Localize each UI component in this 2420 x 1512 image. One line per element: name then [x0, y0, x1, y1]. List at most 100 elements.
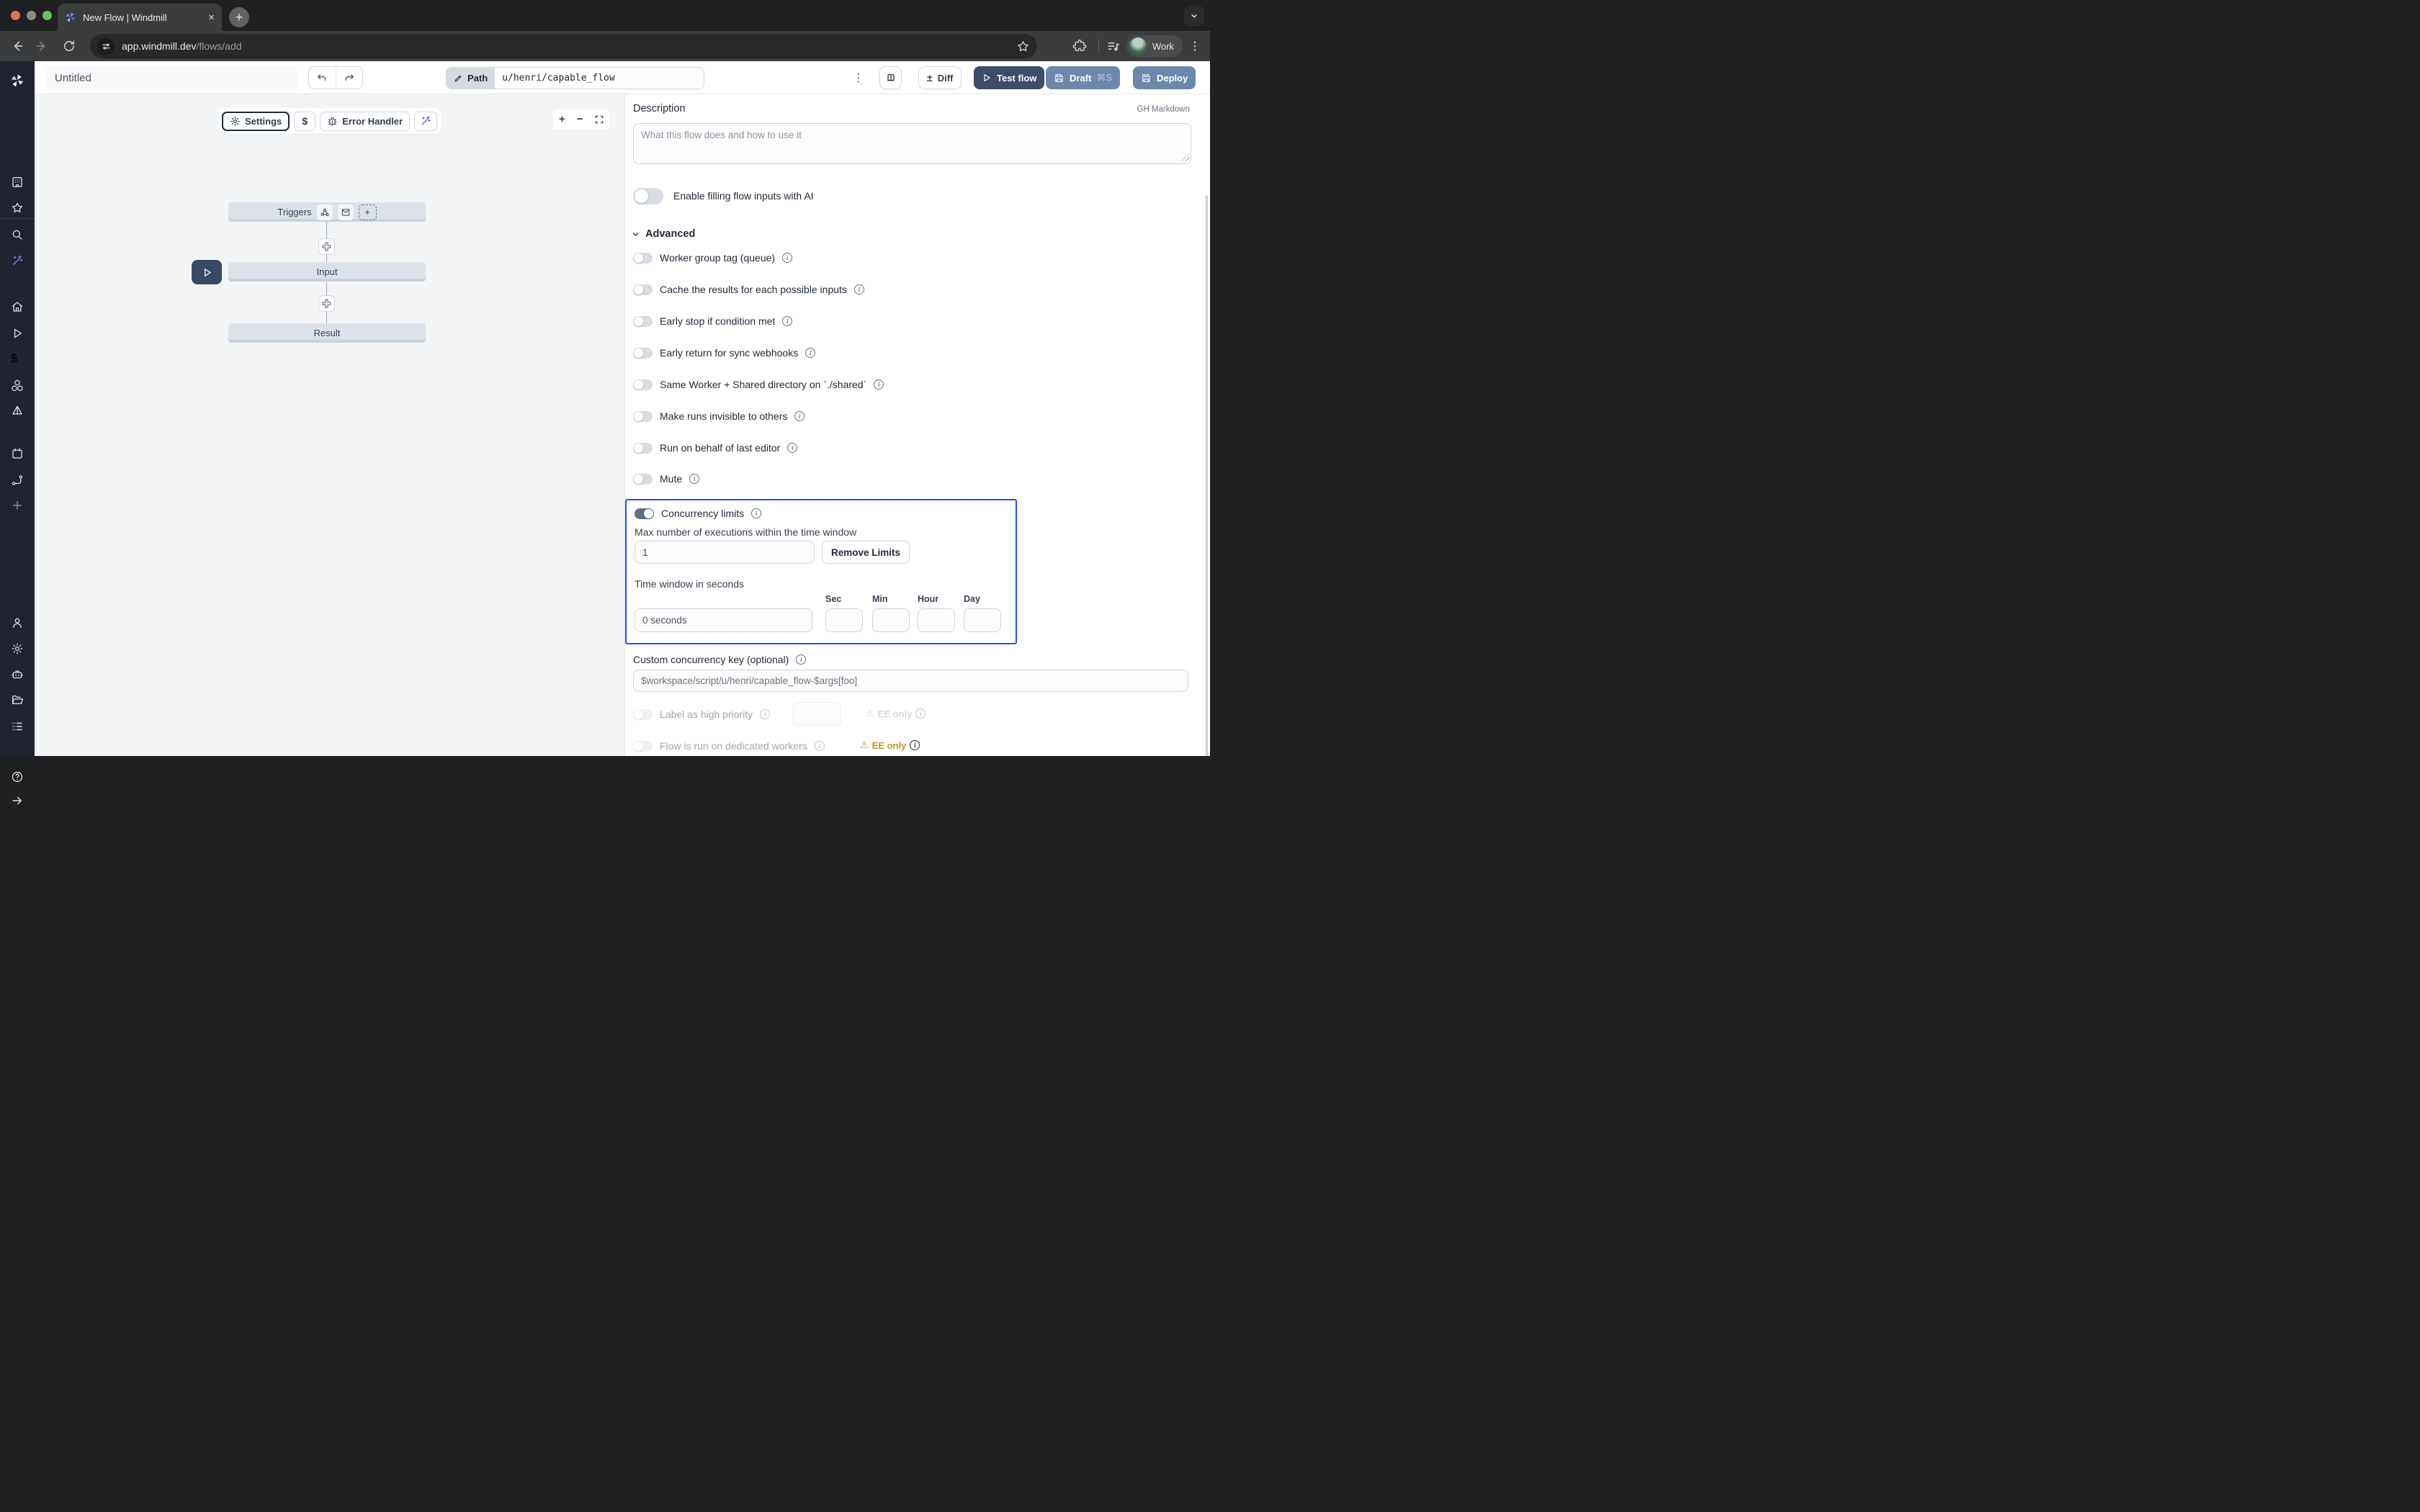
sidebar-item-folders[interactable] — [11, 693, 24, 706]
fit-view-icon[interactable] — [594, 114, 604, 125]
high-priority-input[interactable] — [793, 702, 841, 726]
path-label[interactable]: Path — [447, 68, 495, 89]
dedicated-workers-toggle[interactable] — [633, 741, 653, 752]
sidebar-item-home[interactable] — [11, 300, 24, 313]
email-trigger-icon[interactable] — [338, 204, 354, 220]
early-return-toggle[interactable] — [633, 348, 653, 359]
sidebar-item-workers[interactable] — [11, 668, 24, 681]
sidebar-item-ai-icon[interactable] — [11, 254, 24, 267]
windmill-logo[interactable] — [10, 73, 24, 88]
zoom-out-icon[interactable]: − — [577, 114, 583, 125]
insert-step-button[interactable] — [318, 238, 335, 255]
sidebar-item-search[interactable] — [11, 228, 24, 241]
cache-results-toggle[interactable] — [633, 284, 653, 295]
sidebar-item-favorites[interactable] — [11, 202, 24, 215]
extensions-icon[interactable] — [1072, 39, 1087, 53]
time-window-input[interactable] — [635, 608, 812, 632]
run-on-behalf-toggle[interactable] — [633, 443, 653, 454]
tab-close-icon[interactable]: × — [208, 12, 215, 23]
sidebar-item-help[interactable] — [11, 770, 24, 783]
advanced-section-header[interactable]: Advanced — [631, 228, 695, 240]
window-controls[interactable] — [11, 11, 52, 20]
window-chevron-icon[interactable] — [1184, 6, 1204, 26]
same-worker-toggle[interactable] — [633, 379, 653, 390]
min-input[interactable] — [872, 608, 910, 632]
workspace-variables-button[interactable]: $ — [294, 112, 315, 131]
sidebar-item-schedules[interactable] — [11, 447, 24, 460]
docs-button[interactable] — [879, 66, 902, 89]
info-icon[interactable]: i — [915, 708, 926, 719]
panel-scrollbar[interactable] — [1206, 195, 1208, 756]
profile-chip[interactable]: Work — [1126, 35, 1183, 57]
save-draft-button[interactable]: Draft ⌘S — [1046, 66, 1120, 89]
url-bar[interactable]: app.windmill.dev/flows/add — [90, 34, 1037, 58]
info-icon[interactable]: i — [815, 741, 825, 751]
info-icon[interactable]: i — [854, 284, 864, 294]
sidebar-item-settings[interactable] — [11, 642, 24, 655]
flow-canvas[interactable]: Settings $ Error Handler — [35, 94, 625, 756]
info-icon[interactable]: i — [751, 508, 761, 518]
description-textarea[interactable] — [633, 123, 1191, 164]
sidebar-item-resources[interactable] — [11, 379, 24, 392]
invisible-runs-toggle[interactable] — [633, 411, 653, 422]
close-window-button[interactable] — [11, 11, 20, 20]
sidebar-item-add[interactable] — [11, 499, 24, 512]
info-icon[interactable]: i — [805, 348, 815, 358]
high-priority-toggle[interactable] — [633, 709, 653, 720]
maximize-window-button[interactable] — [42, 11, 52, 20]
site-settings-icon[interactable] — [97, 37, 115, 55]
sidebar-item-triggers[interactable] — [11, 404, 24, 417]
flow-settings-button[interactable]: Settings — [222, 112, 290, 131]
insert-step-button[interactable] — [318, 295, 335, 312]
flow-name-input[interactable] — [46, 66, 297, 89]
day-input[interactable] — [964, 608, 1001, 632]
ai-assistant-button[interactable] — [414, 112, 437, 131]
early-stop-toggle[interactable] — [633, 316, 653, 327]
zoom-in-icon[interactable]: + — [559, 114, 565, 125]
ai-inputs-toggle[interactable] — [633, 188, 663, 204]
error-handler-button[interactable]: Error Handler — [320, 112, 410, 131]
info-icon[interactable]: i — [782, 316, 792, 326]
info-icon[interactable]: i — [874, 379, 884, 390]
info-icon[interactable]: i — [689, 474, 699, 484]
info-icon[interactable]: i — [782, 253, 792, 263]
back-icon[interactable] — [10, 39, 24, 53]
sec-input[interactable] — [825, 608, 863, 632]
mute-toggle[interactable] — [633, 474, 653, 485]
browser-tab[interactable]: New Flow | Windmill × — [58, 4, 222, 31]
forward-icon[interactable] — [35, 39, 49, 53]
redo-button[interactable] — [336, 67, 363, 89]
diff-button[interactable]: ± Diff — [918, 66, 962, 89]
worker-group-toggle[interactable] — [633, 253, 653, 264]
info-icon[interactable]: i — [787, 443, 797, 453]
sidebar-item-flows[interactable] — [11, 474, 24, 487]
media-controls-icon[interactable] — [1106, 39, 1121, 53]
flow-more-menu-icon[interactable]: ⋮ — [850, 68, 867, 87]
info-icon[interactable]: i — [760, 709, 770, 719]
sidebar-collapse-icon[interactable] — [11, 794, 24, 807]
test-flow-button[interactable]: Test flow — [974, 66, 1044, 89]
sidebar-item-logs[interactable] — [11, 720, 24, 733]
max-executions-input[interactable] — [635, 541, 815, 564]
minimize-window-button[interactable] — [27, 11, 36, 20]
bookmark-star-icon[interactable] — [1016, 40, 1030, 53]
hour-input[interactable] — [918, 608, 955, 632]
webhook-trigger-icon[interactable] — [317, 204, 333, 220]
new-tab-button[interactable]: + — [229, 7, 249, 27]
deploy-button[interactable]: Deploy — [1133, 66, 1196, 89]
path-input[interactable] — [495, 68, 704, 89]
concurrency-toggle[interactable] — [635, 508, 654, 519]
sidebar-item-workspace[interactable] — [11, 176, 24, 189]
sidebar-item-variables[interactable]: $ — [11, 353, 24, 366]
add-trigger-button[interactable]: + — [359, 204, 377, 220]
sidebar-item-users[interactable] — [11, 616, 24, 629]
test-input-play-button[interactable] — [192, 260, 222, 284]
undo-button[interactable] — [309, 67, 336, 89]
triggers-node[interactable]: Triggers + — [228, 202, 426, 222]
input-node[interactable]: Input — [228, 262, 426, 282]
reload-icon[interactable] — [62, 39, 76, 53]
info-icon[interactable]: i — [796, 654, 806, 665]
sidebar-item-runs[interactable] — [11, 327, 24, 340]
browser-menu-icon[interactable] — [1188, 40, 1201, 53]
result-node[interactable]: Result — [228, 323, 426, 343]
